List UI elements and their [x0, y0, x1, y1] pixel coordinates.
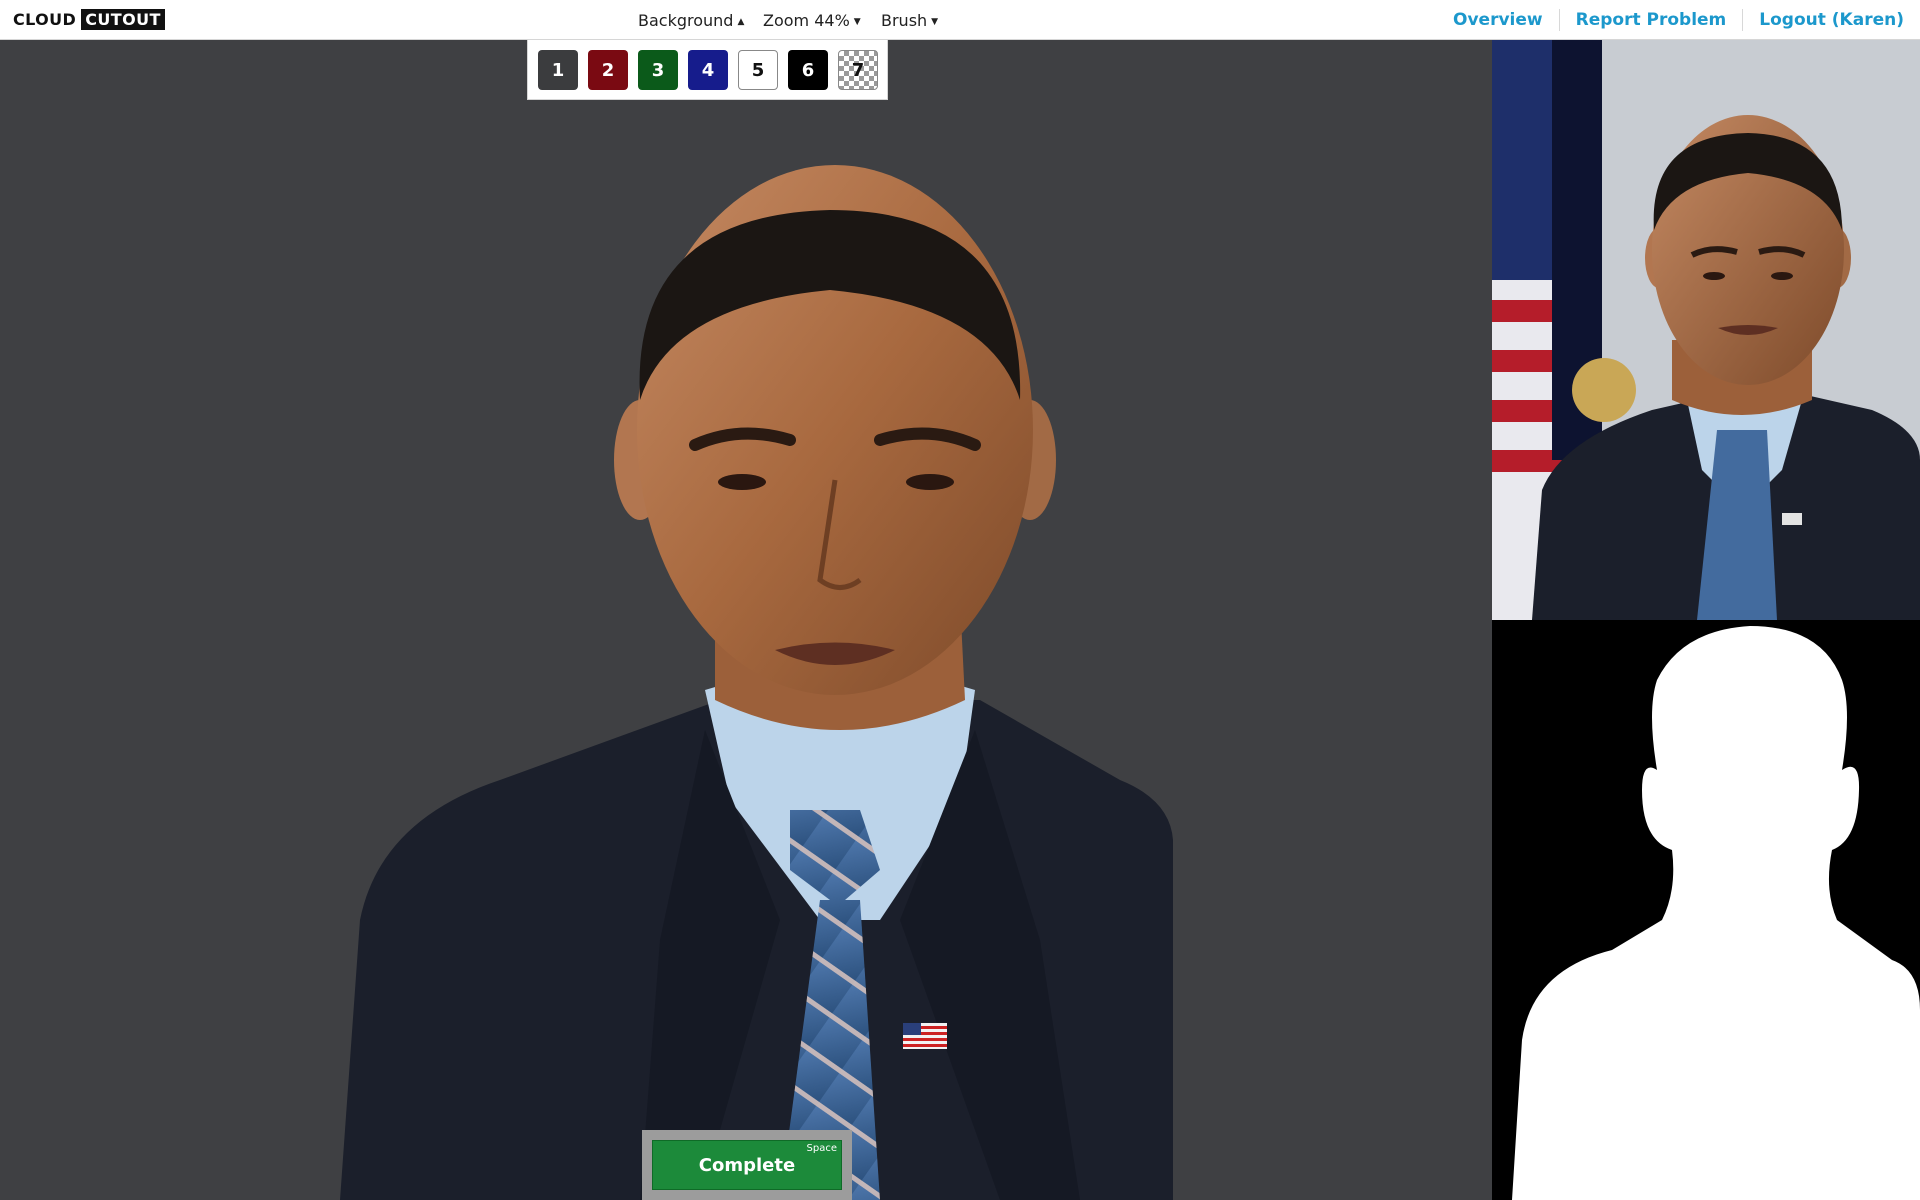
zoom-menu-label: Zoom 44% [763, 11, 850, 30]
complete-button[interactable]: Complete Space [652, 1140, 842, 1190]
background-menu-label: Background [638, 11, 734, 30]
complete-button-container: Complete Space [642, 1130, 852, 1200]
background-swatch-2[interactable]: 2 [588, 50, 628, 90]
editor-canvas[interactable] [0, 40, 1492, 1200]
original-image-preview [1492, 40, 1920, 620]
caret-down-icon: ▼ [853, 17, 861, 27]
brush-menu-label: Brush [881, 11, 928, 30]
mask-preview [1492, 620, 1920, 1200]
zoom-menu[interactable]: Zoom 44% ▼ [763, 11, 861, 30]
background-swatch-4[interactable]: 4 [688, 50, 728, 90]
logout-link[interactable]: Logout (Karen) [1742, 9, 1920, 31]
top-bar: CLOUD CUTOUT Background ▲ Zoom 44% ▼ Brush ▼… [0, 0, 1920, 40]
original-photo [1492, 40, 1920, 620]
background-swatch-1[interactable]: 1 [538, 50, 578, 90]
background-menu[interactable]: Background ▲ [638, 11, 744, 30]
overview-link[interactable]: Overview [1437, 9, 1559, 31]
mask-silhouette [1492, 620, 1920, 1200]
caret-up-icon: ▲ [737, 17, 745, 27]
keyboard-shortcut-hint: Space [806, 1143, 837, 1154]
logo-text-cutout: CUTOUT [81, 9, 165, 30]
app-logo[interactable]: CLOUD CUTOUT [13, 9, 165, 30]
header-links: Overview Report Problem Logout (Karen) [1437, 0, 1920, 40]
cutout-image [340, 165, 1173, 1200]
background-swatch-7-transparent[interactable]: 7 [838, 50, 878, 90]
background-swatch-5[interactable]: 5 [738, 50, 778, 90]
background-swatch-dropdown: 1 2 3 4 5 6 7 [527, 40, 888, 100]
caret-down-icon: ▼ [931, 17, 939, 27]
background-swatch-6[interactable]: 6 [788, 50, 828, 90]
complete-button-label: Complete [698, 1154, 796, 1176]
report-problem-link[interactable]: Report Problem [1558, 9, 1743, 31]
background-swatch-3[interactable]: 3 [638, 50, 678, 90]
brush-menu[interactable]: Brush ▼ [881, 11, 938, 30]
logo-text-cloud: CLOUD [13, 10, 77, 29]
